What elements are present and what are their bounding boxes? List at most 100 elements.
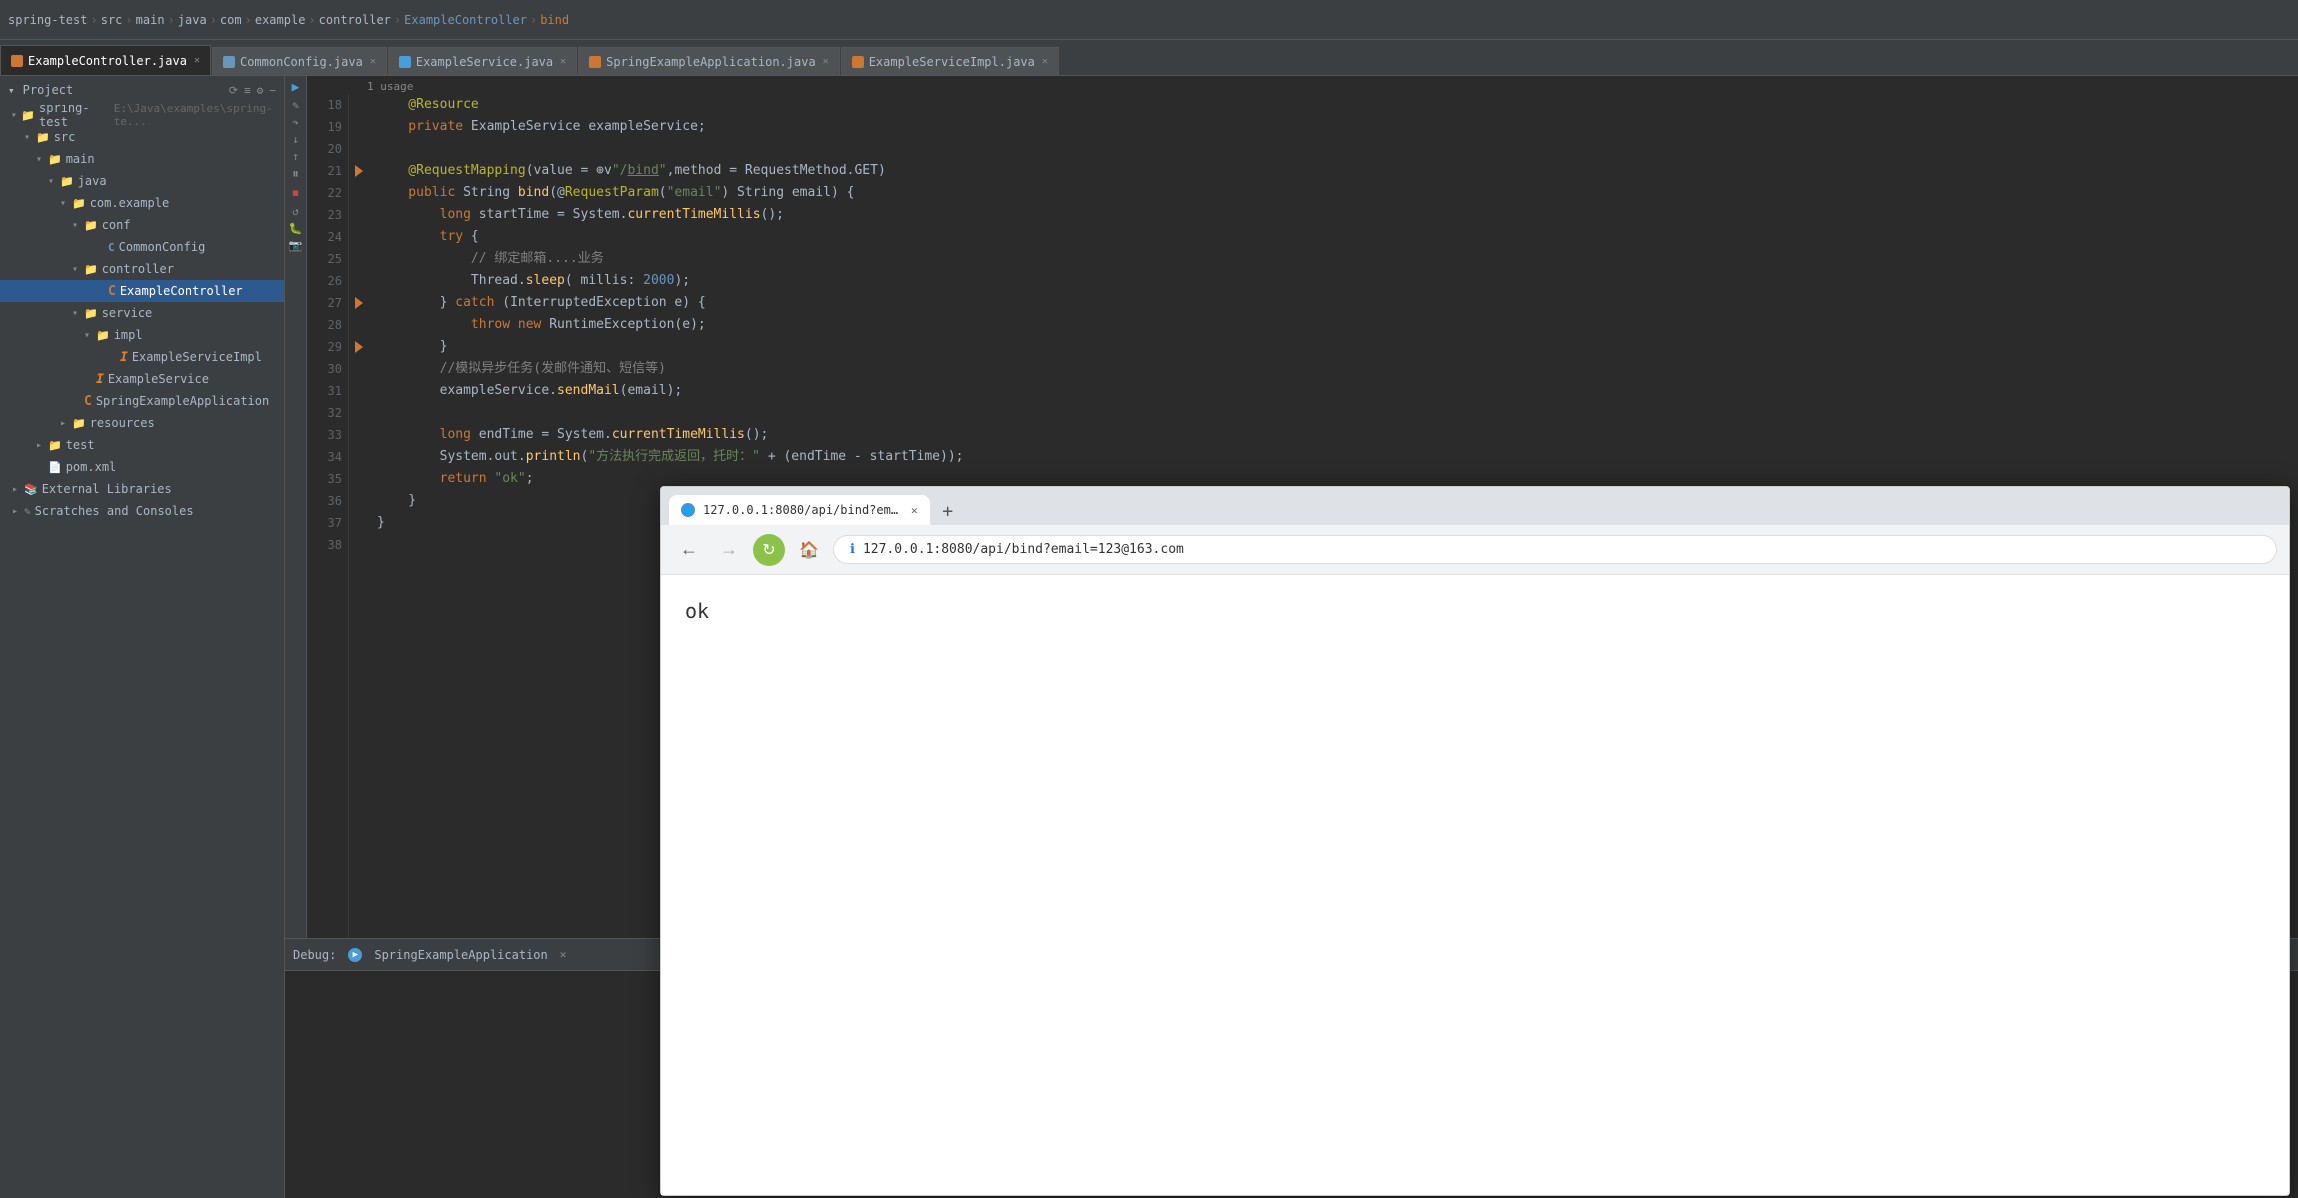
bug-icon[interactable]: 🐛 [289, 222, 303, 235]
sync-icon[interactable]: ⟳ [229, 84, 238, 97]
browser-forward-btn[interactable]: → [713, 534, 745, 566]
browser-home-btn[interactable]: 🏠 [793, 534, 825, 566]
tabs-bar: ExampleController.java ✕ CommonConfig.ja… [0, 40, 2298, 76]
tab-icon-config [223, 56, 235, 68]
close-icon[interactable]: ✕ [823, 56, 829, 67]
folder-icon: 📁 [72, 417, 86, 430]
code-line-21: @RequestMapping(value = ⊕v"/bind",method… [377, 160, 2290, 182]
folder-icon: 📁 [72, 197, 86, 210]
close-icon[interactable]: ✕ [370, 56, 376, 67]
tab-spring-example-app[interactable]: SpringExampleApplication.java ✕ [578, 47, 840, 75]
tree-item-com-example[interactable]: ▾ 📁 com.example [0, 192, 284, 214]
tree-item-src[interactable]: ▾ 📁 src [0, 126, 284, 148]
browser-active-tab[interactable]: 🌐 127.0.0.1:8080/api/bind?emai... ✕ [669, 495, 930, 525]
tab-example-controller[interactable]: ExampleController.java ✕ [0, 45, 211, 75]
code-line-18: @Resource [377, 94, 2290, 116]
tree-item-java[interactable]: ▾ 📁 java [0, 170, 284, 192]
tree-item-scratches[interactable]: ▸ ✎ Scratches and Consoles [0, 500, 284, 522]
tree-item-pom[interactable]: 📄 pom.xml [0, 456, 284, 478]
play-icon[interactable]: ▶ [292, 80, 300, 95]
code-line-26: Thread.sleep( millis: 2000); [377, 270, 2290, 292]
code-line-19: private ExampleService exampleService; [377, 116, 2290, 138]
tree-item-spring-test[interactable]: ▾ 📁 spring-test E:\Java\examples\spring-… [0, 104, 284, 126]
tab-icon-service [399, 56, 411, 68]
folder-icon: ✎ [24, 505, 31, 518]
debug-close-icon[interactable]: ✕ [560, 948, 567, 961]
pause-icon[interactable]: ⏸ [292, 167, 299, 182]
tree-item-service[interactable]: ▾ 📁 service [0, 302, 284, 324]
toolbar-icons: ⟳ ≡ ⚙ − [229, 84, 276, 97]
code-line-31: exampleService.sendMail(email); [377, 380, 2290, 402]
browser-url-bar[interactable]: ℹ 127.0.0.1:8080/api/bind?email=123@163.… [833, 535, 2277, 564]
folder-icon: 📁 [84, 219, 98, 232]
step-over-icon[interactable]: ↷ [292, 116, 299, 129]
browser-secure-icon: ℹ [850, 542, 855, 557]
folder-icon: 📁 [84, 263, 98, 276]
expand-arrow: ▾ [24, 132, 36, 143]
tree-item-example-service-impl[interactable]: I ExampleServiceImpl [0, 346, 284, 368]
rerun-icon[interactable]: ↺ [292, 205, 299, 218]
tab-label: SpringExampleApplication.java [606, 55, 816, 69]
code-line-32 [377, 402, 2290, 424]
expand-arrow: ▾ [72, 264, 84, 275]
file-icon-service-impl: I [120, 350, 128, 365]
tab-common-config[interactable]: CommonConfig.java ✕ [212, 47, 387, 75]
tree-item-impl[interactable]: ▾ 📁 impl [0, 324, 284, 346]
code-line-20 [377, 138, 2290, 160]
tree-item-main[interactable]: ▾ 📁 main [0, 148, 284, 170]
file-icon-example-service: I [96, 372, 104, 387]
browser-back-btn[interactable]: ← [673, 534, 705, 566]
folder-icon: 📁 [60, 175, 74, 188]
settings-icon[interactable]: ⚙ [257, 84, 264, 97]
tree-item-common-config[interactable]: C CommonConfig [0, 236, 284, 258]
tab-label: ExampleServiceImpl.java [869, 55, 1035, 69]
file-icon-common-config: C [108, 241, 115, 254]
arrow-indicator [355, 165, 363, 177]
browser-new-tab-btn[interactable]: + [934, 497, 962, 525]
close-icon[interactable]: ✕ [1042, 56, 1048, 67]
minimize-icon[interactable]: − [269, 84, 276, 97]
tree-item-controller[interactable]: ▾ 📁 controller [0, 258, 284, 280]
tree-item-example-controller[interactable]: C ExampleController [0, 280, 284, 302]
code-line-22: public String bind(@RequestParam("email"… [377, 182, 2290, 204]
usage-hint: 1 usage [307, 76, 2298, 94]
folder-icon: 📚 [24, 483, 38, 496]
step-into-icon[interactable]: ↓ [292, 133, 299, 146]
tab-example-service-impl[interactable]: ExampleServiceImpl.java ✕ [841, 47, 1059, 75]
folder-icon: 📁 [48, 439, 62, 452]
collapse-icon[interactable]: ≡ [244, 84, 251, 97]
close-icon[interactable]: ✕ [194, 55, 200, 66]
expand-arrow: ▾ [72, 220, 84, 231]
close-icon[interactable]: ✕ [560, 56, 566, 67]
sidebar: ▾ Project ⟳ ≡ ⚙ − ▾ 📁 spring-test E:\Jav… [0, 76, 285, 1198]
camera-icon[interactable]: 📷 [289, 239, 303, 252]
browser-tab-close-btn[interactable]: ✕ [911, 504, 918, 517]
code-line-28: throw new RuntimeException(e); [377, 314, 2290, 336]
tree-item-test[interactable]: ▸ 📁 test [0, 434, 284, 456]
expand-arrow: ▾ [48, 176, 60, 187]
tab-label: ExampleService.java [416, 55, 553, 69]
edit-icon[interactable]: ✎ [292, 99, 299, 112]
tree-item-external-libs[interactable]: ▸ 📚 External Libraries [0, 478, 284, 500]
tab-label: CommonConfig.java [240, 55, 363, 69]
breadcrumb: spring-test › src › main › java › com › … [8, 13, 569, 27]
breakpoint-gutter [349, 94, 369, 938]
tree-item-resources[interactable]: ▸ 📁 resources [0, 412, 284, 434]
browser-tabs-bar: 🌐 127.0.0.1:8080/api/bind?emai... ✕ + [661, 487, 2289, 525]
browser-tab-title: 127.0.0.1:8080/api/bind?emai... [703, 503, 903, 517]
browser-url-text: 127.0.0.1:8080/api/bind?email=123@163.co… [863, 542, 1184, 557]
tab-example-service[interactable]: ExampleService.java ✕ [388, 47, 577, 75]
tree-item-example-service[interactable]: I ExampleService [0, 368, 284, 390]
folder-icon: 📁 [84, 307, 98, 320]
tree-item-spring-app[interactable]: C SpringExampleApplication [0, 390, 284, 412]
code-line-27: } catch (InterruptedException e) { [377, 292, 2290, 314]
folder-icon: 📁 [36, 131, 50, 144]
folder-icon: 📁 [21, 109, 35, 122]
left-icon-bar: ▶ ✎ ↷ ↓ ↑ ⏸ ⏹ ↺ 🐛 📷 [285, 76, 307, 938]
tree-item-conf[interactable]: ▾ 📁 conf [0, 214, 284, 236]
browser-refresh-btn[interactable]: ↻ [753, 534, 785, 566]
step-out-icon[interactable]: ↑ [292, 150, 299, 163]
tab-icon-impl [852, 56, 864, 68]
stop-icon[interactable]: ⏹ [292, 186, 299, 201]
code-line-30: //模拟异步任务(发邮件通知、短信等) [377, 358, 2290, 380]
